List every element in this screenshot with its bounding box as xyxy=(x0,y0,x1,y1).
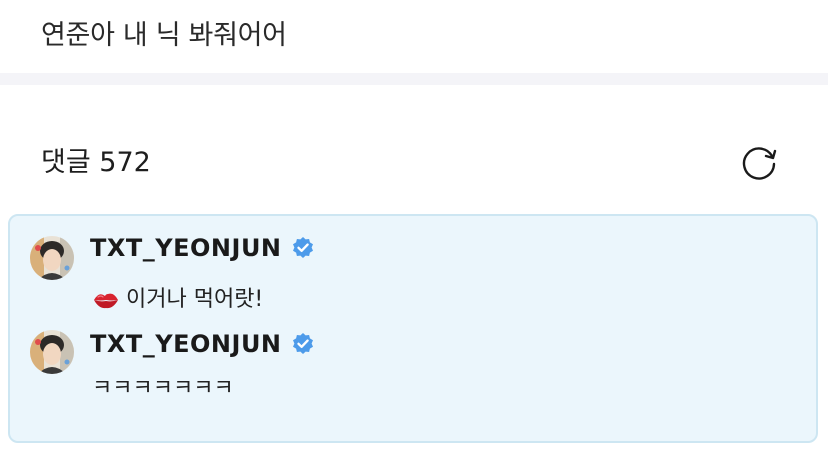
section-separator xyxy=(0,73,828,85)
comment-username-row: TXT_YEONJUN xyxy=(90,231,315,265)
verified-badge-icon xyxy=(292,333,313,354)
comments-header: 댓글 572 xyxy=(41,147,151,178)
comment-body: 이거나 먹어랏! xyxy=(92,284,263,316)
refresh-button[interactable] xyxy=(737,142,781,182)
comment-text: ㅋㅋㅋㅋㅋㅋㅋ xyxy=(92,376,234,401)
comment-body: ㅋㅋㅋㅋㅋㅋㅋ xyxy=(92,373,234,405)
kiss-mark-icon xyxy=(94,293,118,309)
comment-text: 이거나 먹어랏! xyxy=(126,287,264,312)
comment-username[interactable]: TXT_YEONJUN xyxy=(90,234,282,262)
refresh-icon xyxy=(742,147,777,180)
avatar[interactable] xyxy=(30,330,74,374)
comment-username[interactable]: TXT_YEONJUN xyxy=(90,330,282,358)
avatar[interactable] xyxy=(30,236,74,280)
pinned-comments-card: TXT_YEONJUN 이거나 먹어랏! TXT_YEONJUN ㅋㅋㅋㅋㅋㅋㅋ xyxy=(8,214,818,443)
verified-badge-icon xyxy=(292,237,313,258)
comment-username-row: TXT_YEONJUN xyxy=(90,327,315,361)
post-text: 연준아 내 닉 봐줘어어 xyxy=(41,20,287,51)
